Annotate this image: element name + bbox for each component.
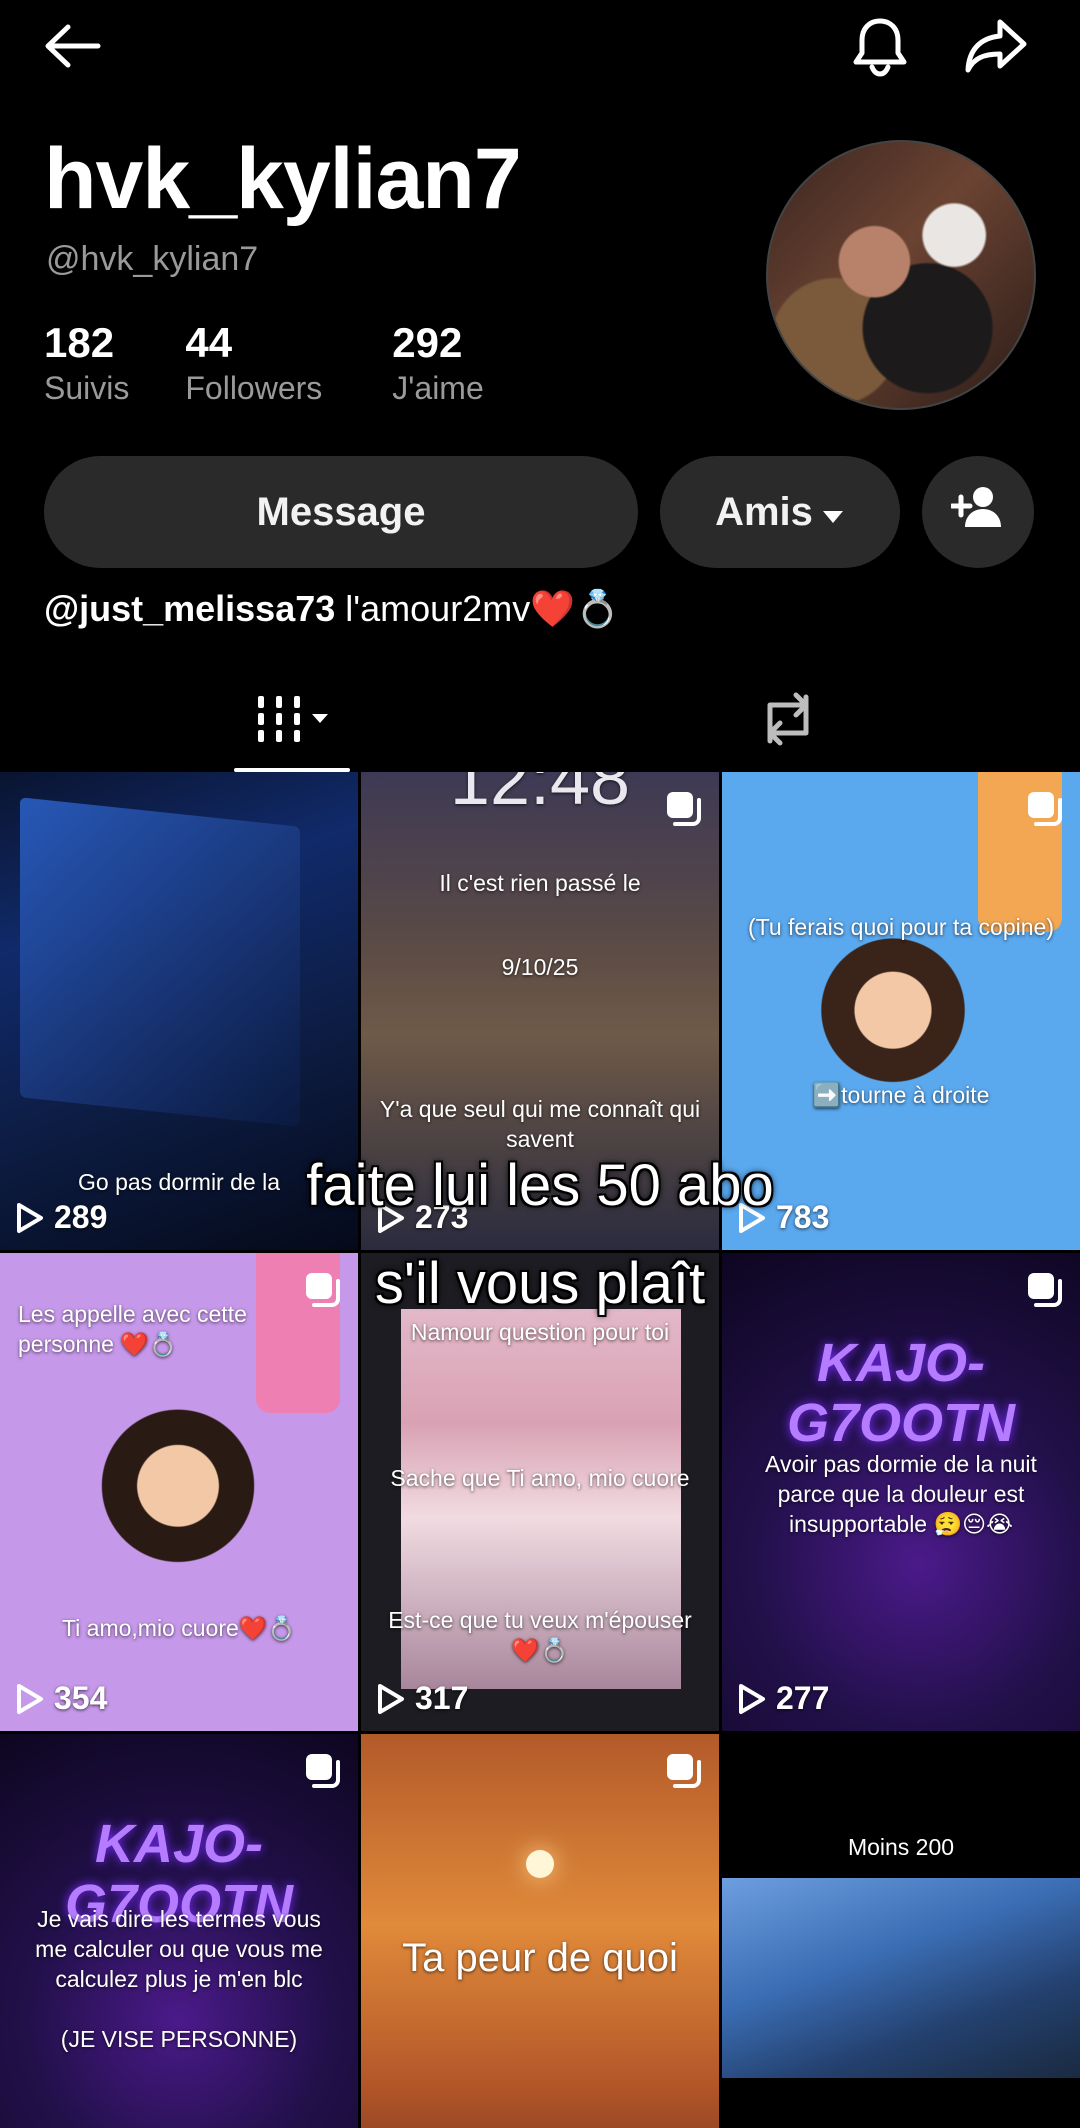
tab-videos[interactable]	[234, 670, 350, 772]
video-logo-text: KAJO-G7OOTN	[786, 1333, 1016, 1453]
top-bar	[0, 0, 1080, 100]
bio-text: l'amour2mv❤️💍	[335, 588, 620, 629]
stat-value: 44	[185, 319, 233, 366]
overlay-caption-line-2: s'il vous plaît	[374, 1251, 706, 1316]
view-count: 277	[738, 1680, 829, 1717]
stat-value: 182	[44, 319, 115, 366]
grid-icon	[252, 692, 332, 751]
message-button-label: Message	[256, 489, 426, 534]
video-caption: Moins 200	[847, 1834, 955, 1860]
sun-graphic	[526, 1850, 554, 1878]
video-caption-footer: ➡️tourne à droite	[812, 1082, 990, 1108]
profile-handle: @hvk_kylian7	[46, 240, 259, 278]
video-caption: Avoir pas dormie de la nuit parce que la…	[765, 1451, 1037, 1537]
back-arrow-icon[interactable]	[40, 14, 104, 78]
game-screen-graphic	[20, 797, 300, 1127]
repost-icon	[756, 691, 820, 752]
video-caption-footer: Y'a que seul qui me connaît qui savent	[379, 1096, 701, 1152]
video-caption: (Tu ferais quoi pour ta copine)	[748, 914, 1054, 940]
play-icon	[17, 1683, 43, 1714]
tab-reposts[interactable]	[730, 670, 846, 772]
stat-label: Followers	[185, 370, 323, 406]
friends-button[interactable]: Amis	[660, 456, 900, 568]
content-tabs	[0, 670, 1080, 772]
video-caption: Je vais dire les termes vous me calculer…	[35, 1906, 323, 1992]
share-icon[interactable]	[964, 14, 1028, 78]
view-count-value: 354	[54, 1680, 108, 1716]
video-thumbnail[interactable]: Les appelle avec cette personne ❤️💍 Ti a…	[0, 1253, 358, 1731]
bell-icon[interactable]	[848, 14, 912, 78]
friends-button-label: Amis	[715, 489, 813, 534]
message-button[interactable]: Message	[44, 456, 638, 568]
add-friend-button[interactable]	[922, 456, 1034, 568]
view-count-value: 317	[415, 1680, 469, 1716]
video-caption: Ta peur de quoi	[402, 1936, 678, 1980]
avatar-illustration	[98, 1403, 258, 1583]
stat-label: Suivis	[44, 370, 130, 406]
multi-photo-icon	[667, 1754, 701, 1788]
video-thumbnail[interactable]: Moins 200	[722, 1734, 1080, 2128]
video-thumbnail[interactable]: Ta peur de quoi	[361, 1734, 719, 2128]
stat-followers[interactable]: 44 Followers	[185, 320, 322, 407]
avatar[interactable]	[766, 140, 1036, 410]
view-count: 354	[16, 1680, 107, 1717]
stat-following[interactable]: 182 Suivis	[44, 320, 129, 407]
play-icon	[378, 1683, 404, 1714]
video-caption: Il c'est rien passé le	[439, 870, 641, 896]
video-caption-footer: (JE VISE PERSONNE)	[60, 2026, 298, 2052]
view-count-value: 277	[776, 1680, 830, 1716]
play-icon	[739, 1683, 765, 1714]
add-user-icon	[949, 485, 1005, 539]
game-screenshot	[722, 1878, 1080, 2078]
video-caption-footer: Est-ce que tu veux m'épouser ❤️💍	[388, 1607, 692, 1663]
video-caption: Namour question pour toi	[410, 1319, 670, 1345]
caret-down-icon	[821, 490, 845, 535]
profile-bio: @just_melissa73 l'amour2mv❤️💍	[44, 588, 620, 630]
video-caption-footer: Ti amo,mio cuore❤️💍	[61, 1615, 297, 1641]
video-thumbnail[interactable]: Namour question pour toi Sache que Ti am…	[361, 1253, 719, 1731]
avatar-illustration	[818, 932, 968, 1102]
profile-name: hvk_kylian7	[44, 131, 522, 227]
multi-photo-icon	[1028, 792, 1062, 826]
stat-value: 292	[392, 319, 463, 366]
profile-stats: 182 Suivis 44 Followers 292 J'aime	[44, 320, 540, 407]
overlay-caption-line-1: faite lui les 50 abo	[306, 1153, 774, 1218]
stat-likes[interactable]: 292 J'aime	[392, 320, 483, 407]
multi-photo-icon	[306, 1754, 340, 1788]
bio-mention[interactable]: @just_melissa73	[44, 588, 335, 629]
stat-label: J'aime	[392, 370, 484, 406]
view-count: 317	[377, 1680, 468, 1717]
video-caption-middle: Sache que Ti amo, mio cuore	[390, 1465, 690, 1491]
multi-photo-icon	[667, 792, 701, 826]
video-thumbnail[interactable]: KAJO-G7OOTN Je vais dire les termes vous…	[0, 1734, 358, 2128]
video-thumbnail[interactable]: KAJO-G7OOTN Avoir pas dormie de la nuit …	[722, 1253, 1080, 1731]
video-caption-date: 9/10/25	[501, 954, 579, 980]
